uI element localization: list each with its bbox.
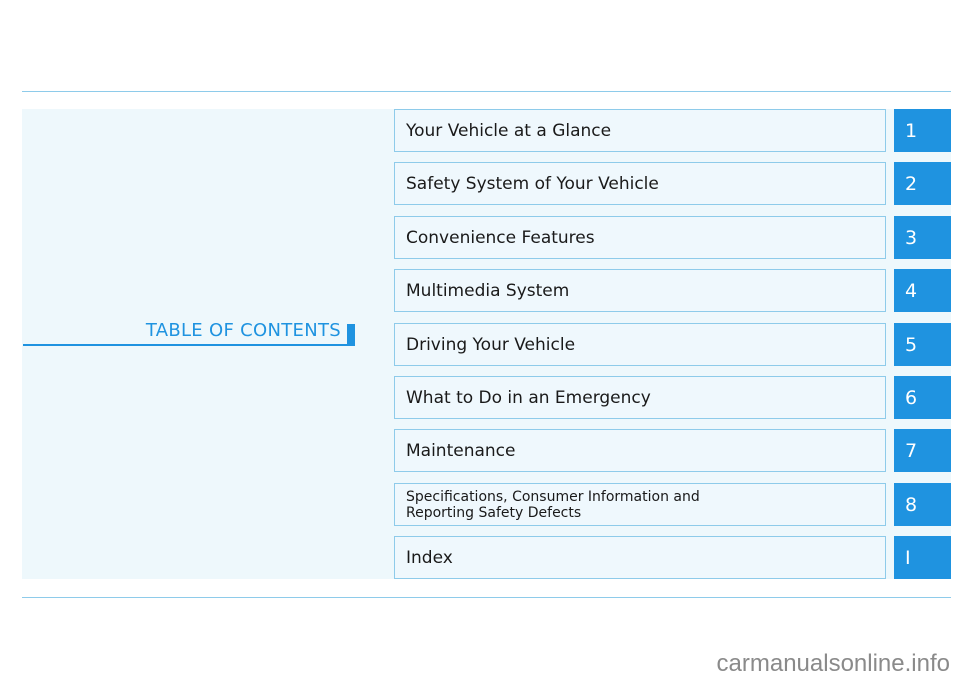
- toc-heading-text: TABLE OF CONTENTS: [145, 320, 341, 341]
- chapter-label-text: Index: [406, 547, 453, 568]
- chapter-label[interactable]: Specifications, Consumer Information and…: [394, 483, 886, 526]
- chapter-label[interactable]: Your Vehicle at a Glance: [394, 109, 886, 152]
- chapter-label-text: Your Vehicle at a Glance: [406, 120, 612, 141]
- chapter-row-4[interactable]: Multimedia System 4: [394, 269, 951, 312]
- top-rule: [22, 91, 951, 92]
- chapter-row-6[interactable]: What to Do in an Emergency 6: [394, 376, 951, 419]
- bottom-rule: [22, 597, 951, 598]
- chapter-number[interactable]: 4: [894, 269, 951, 312]
- chapter-label-text: Specifications, Consumer Information and…: [406, 488, 700, 521]
- chapter-label-text: Safety System of Your Vehicle: [406, 173, 659, 194]
- chapter-number[interactable]: 6: [894, 376, 951, 419]
- chapter-number[interactable]: 2: [894, 162, 951, 205]
- chapter-label-text: Maintenance: [406, 440, 516, 461]
- chapter-row-index[interactable]: Index I: [394, 536, 951, 579]
- chapter-label[interactable]: Multimedia System: [394, 269, 886, 312]
- chapter-number[interactable]: 8: [894, 483, 951, 526]
- chapter-label-text: Multimedia System: [406, 280, 570, 301]
- chapter-label-text: Convenience Features: [406, 227, 595, 248]
- chapter-label[interactable]: Safety System of Your Vehicle: [394, 162, 886, 205]
- chapter-label[interactable]: Driving Your Vehicle: [394, 323, 886, 366]
- chapter-label-text: What to Do in an Emergency: [406, 387, 651, 408]
- chapter-number[interactable]: 5: [894, 323, 951, 366]
- heading-bar-decoration: [347, 324, 355, 346]
- watermark: carmanualsonline.info: [716, 650, 950, 677]
- chapter-number[interactable]: 7: [894, 429, 951, 472]
- chapter-label[interactable]: What to Do in an Emergency: [394, 376, 886, 419]
- chapter-row-8[interactable]: Specifications, Consumer Information and…: [394, 483, 951, 526]
- chapter-label[interactable]: Convenience Features: [394, 216, 886, 259]
- chapter-label[interactable]: Maintenance: [394, 429, 886, 472]
- chapter-row-7[interactable]: Maintenance 7: [394, 429, 951, 472]
- chapter-row-2[interactable]: Safety System of Your Vehicle 2: [394, 162, 951, 205]
- chapter-number[interactable]: 3: [894, 216, 951, 259]
- chapter-number[interactable]: 1: [894, 109, 951, 152]
- chapter-row-1[interactable]: Your Vehicle at a Glance 1: [394, 109, 951, 152]
- chapter-number[interactable]: I: [894, 536, 951, 579]
- chapter-row-3[interactable]: Convenience Features 3: [394, 216, 951, 259]
- chapter-label-text: Driving Your Vehicle: [406, 334, 576, 355]
- toc-heading: TABLE OF CONTENTS: [23, 320, 355, 346]
- chapter-row-5[interactable]: Driving Your Vehicle 5: [394, 323, 951, 366]
- chapter-label[interactable]: Index: [394, 536, 886, 579]
